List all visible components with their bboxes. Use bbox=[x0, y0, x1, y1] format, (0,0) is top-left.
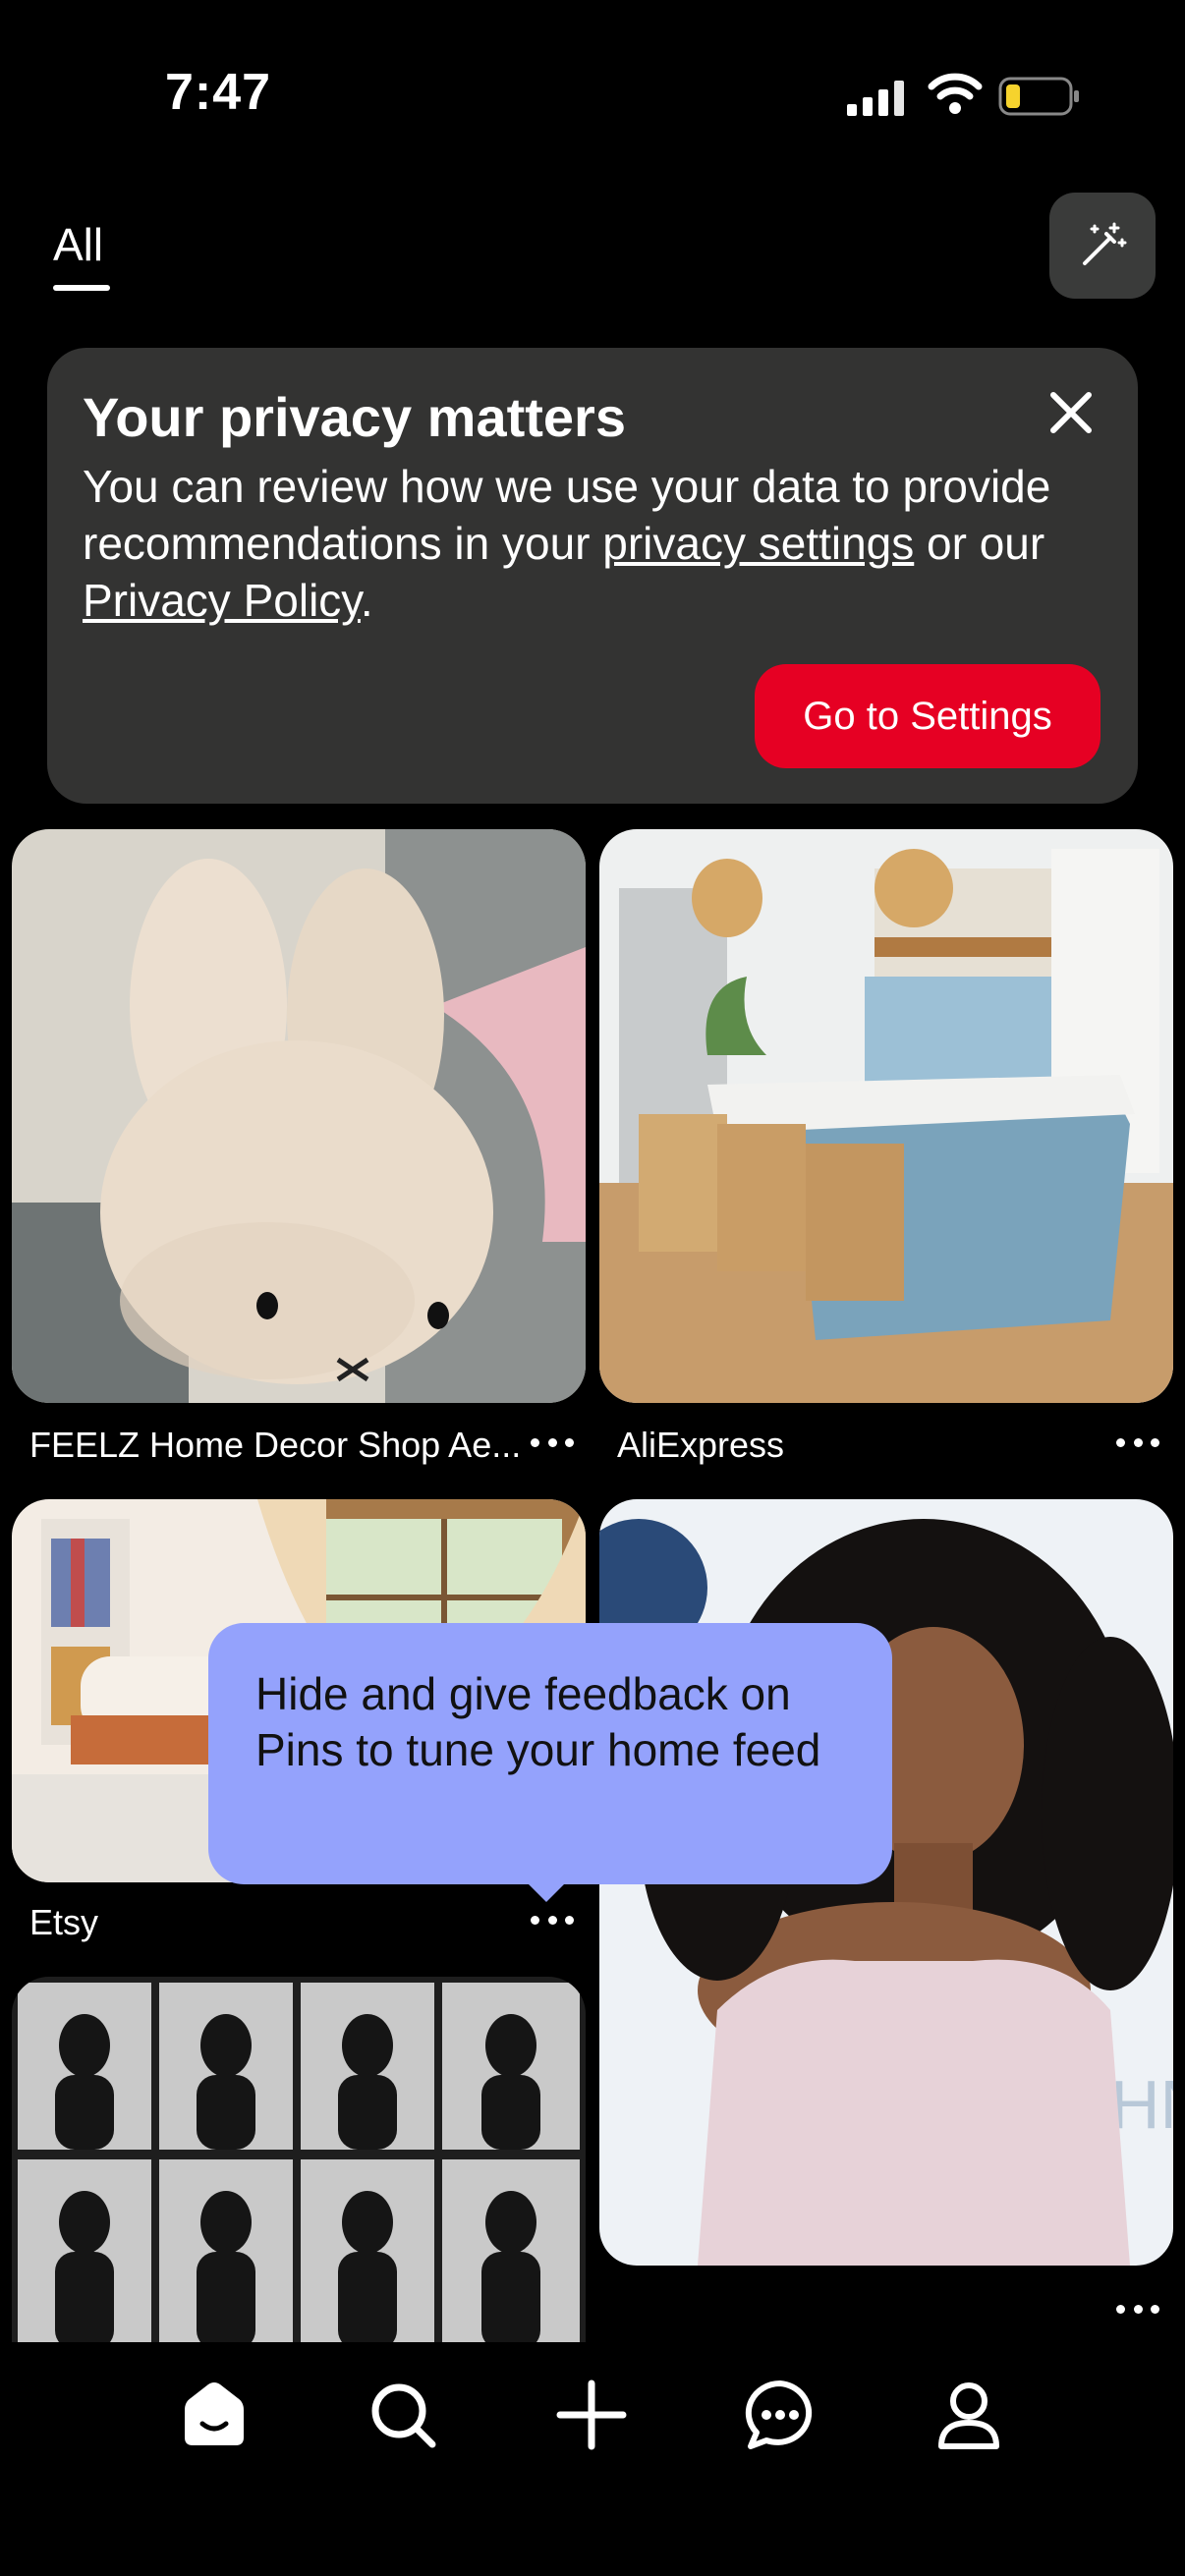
privacy-body-text: or our bbox=[914, 518, 1045, 569]
tooltip-arrow bbox=[525, 1880, 568, 1902]
privacy-title: Your privacy matters bbox=[83, 386, 626, 448]
tooltip-text: Hide and give feedback on Pins to tune y… bbox=[255, 1668, 821, 1775]
pin-image-kitchen[interactable] bbox=[599, 829, 1173, 1403]
contact-sheet-image bbox=[12, 1977, 586, 2350]
active-tab-underline bbox=[53, 285, 110, 291]
go-to-settings-button[interactable]: Go to Settings bbox=[755, 664, 1100, 768]
pin-more-options-icon[interactable] bbox=[531, 1434, 574, 1450]
nav-messages[interactable] bbox=[741, 2376, 819, 2454]
status-time: 7:47 bbox=[165, 64, 272, 121]
pin-source-label[interactable]: Etsy bbox=[29, 1902, 98, 1943]
pin-source-label[interactable]: AliExpress bbox=[617, 1425, 784, 1466]
tab-all[interactable]: All bbox=[53, 218, 103, 271]
privacy-body: You can review how we use your data to p… bbox=[83, 458, 1065, 629]
wifi-icon bbox=[928, 73, 983, 114]
cellular-signal-icon bbox=[847, 81, 904, 116]
privacy-settings-link[interactable]: privacy settings bbox=[602, 518, 914, 569]
home-icon bbox=[185, 2382, 244, 2445]
messages-icon bbox=[745, 2380, 813, 2449]
pin-more-options-icon[interactable] bbox=[531, 1912, 574, 1928]
battery-icon bbox=[998, 77, 1079, 116]
pin-image-bunny[interactable] bbox=[12, 829, 586, 1403]
close-icon bbox=[1050, 392, 1092, 433]
bunny-pillow-image bbox=[12, 829, 586, 1403]
privacy-body-text: . bbox=[360, 575, 373, 626]
create-plus-icon bbox=[556, 2380, 627, 2450]
svg-text:HN: HN bbox=[1110, 2066, 1173, 2143]
pin-source-label[interactable]: FEELZ Home Decor Shop Ae... bbox=[29, 1425, 521, 1466]
privacy-policy-link[interactable]: Privacy Policy bbox=[83, 575, 361, 626]
magic-wand-button[interactable] bbox=[1049, 193, 1156, 299]
nav-search[interactable] bbox=[364, 2376, 442, 2454]
nav-create[interactable] bbox=[552, 2376, 631, 2454]
pin-more-options-icon[interactable] bbox=[1116, 2301, 1159, 2317]
magic-wand-icon bbox=[1083, 222, 1127, 265]
search-icon bbox=[371, 2383, 436, 2448]
pin-more-options-icon[interactable] bbox=[1116, 1434, 1159, 1450]
kitchen-image bbox=[599, 829, 1173, 1403]
close-button[interactable] bbox=[1044, 385, 1099, 440]
nav-profile[interactable] bbox=[930, 2376, 1008, 2454]
profile-icon bbox=[938, 2382, 999, 2449]
nav-home[interactable] bbox=[175, 2376, 254, 2454]
pin-image-contact-sheet[interactable] bbox=[12, 1977, 586, 2350]
